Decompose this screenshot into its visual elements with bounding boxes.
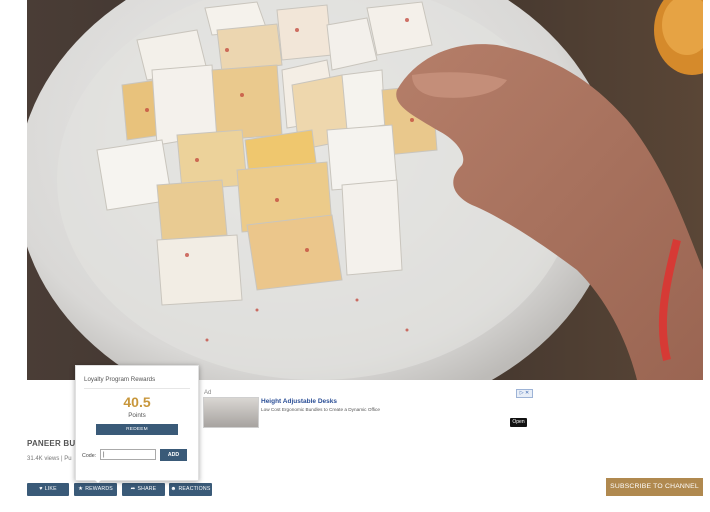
ad-label: Ad <box>204 390 212 396</box>
ad-open-button[interactable]: Open <box>510 418 527 427</box>
share-button[interactable]: ➦ SHARE <box>122 483 165 496</box>
rewards-label: REWARDS <box>85 486 113 492</box>
share-label: SHARE <box>137 486 157 492</box>
subscribe-button[interactable]: SUBSCRIBE TO CHANNEL <box>606 478 703 496</box>
loyalty-rewards-popup: Loyalty Program Rewards 40.5 Points REDE… <box>75 365 199 481</box>
like-button[interactable]: ♥ LIKE <box>27 483 69 496</box>
code-input[interactable]: | <box>100 449 156 460</box>
ad-description[interactable]: Low Cost Ergonomic Bundles to Create a D… <box>261 407 380 412</box>
video-title: PANEER BUT <box>27 439 81 448</box>
add-code-button[interactable]: ADD <box>160 449 187 461</box>
ad-thumbnail[interactable] <box>203 397 259 428</box>
reactions-label: REACTIONS <box>178 486 211 492</box>
ad-choices-icon[interactable]: ▷ ✕ <box>516 389 533 398</box>
share-icon: ➦ <box>130 486 136 492</box>
redeem-button[interactable]: REDEEM <box>96 424 178 435</box>
ad-title[interactable]: Height Adjustable Desks <box>261 398 337 405</box>
points-label: Points <box>128 412 146 419</box>
popup-title: Loyalty Program Rewards <box>84 376 156 383</box>
video-meta: 31.4K views | Pu <box>27 456 72 462</box>
code-label: Code: <box>82 453 97 459</box>
points-value: 40.5 <box>123 394 151 410</box>
video-player[interactable] <box>27 0 703 380</box>
video-frame-image <box>27 0 703 380</box>
heart-icon: ♥ <box>39 486 43 492</box>
popup-pointer <box>93 478 103 483</box>
like-label: LIKE <box>44 486 57 492</box>
smiley-icon: ☻ <box>170 486 177 492</box>
reactions-button[interactable]: ☻ REACTIONS <box>169 483 212 496</box>
rewards-button[interactable]: ★ REWARDS <box>74 483 117 496</box>
star-icon: ★ <box>78 486 84 492</box>
popup-divider <box>84 388 190 389</box>
